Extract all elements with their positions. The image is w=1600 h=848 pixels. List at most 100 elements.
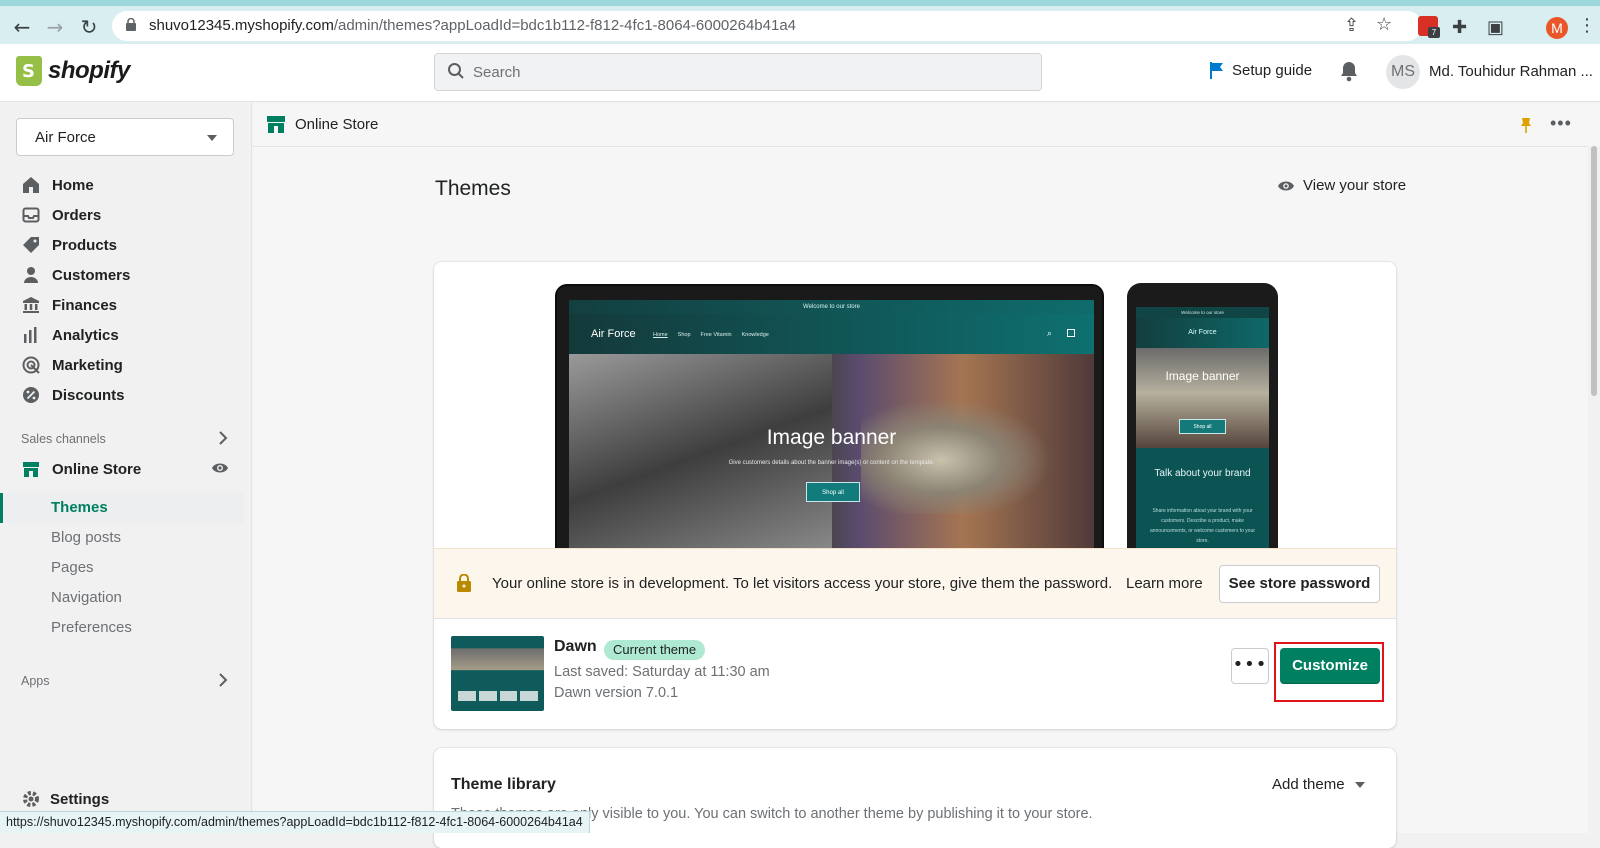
subheader-title: Online Store	[295, 116, 379, 133]
forward-arrow-icon[interactable]: →	[42, 14, 68, 40]
person-icon	[24, 267, 38, 283]
view-store-link[interactable]: View your store	[1277, 177, 1406, 194]
more-options-icon[interactable]: •••	[1550, 113, 1572, 134]
sidebar-item-discounts[interactable]: Discounts	[22, 386, 125, 404]
extension-badge: 7	[1428, 27, 1440, 38]
sidebar-item-label: Online Store	[52, 460, 142, 478]
page-title: Themes	[435, 177, 511, 200]
sidebar-item-label: Analytics	[52, 326, 119, 344]
store-name: Air Force	[35, 129, 96, 146]
search-placeholder: Search	[473, 64, 521, 81]
search-icon	[448, 63, 464, 79]
gear-icon	[23, 791, 39, 807]
current-theme-card: Welcome to our store Air Force Home Shop…	[434, 262, 1396, 729]
sidepanel-icon[interactable]: ▣	[1487, 17, 1504, 38]
add-theme-button[interactable]: Add theme	[1272, 776, 1365, 793]
mobile-shop-all-button: Shop all	[1179, 419, 1226, 434]
flag-icon	[1210, 62, 1223, 79]
current-theme-badge: Current theme	[604, 640, 706, 660]
sidebar-item-finances[interactable]: Finances	[22, 296, 117, 314]
app-subheader: Online Store •••	[253, 103, 1600, 147]
see-store-password-button[interactable]: See store password	[1219, 565, 1380, 603]
bar-chart-icon	[24, 327, 37, 343]
chevron-right-icon[interactable]	[218, 431, 228, 445]
learn-more-link[interactable]: Learn more	[1126, 575, 1203, 592]
sidebar-active-indicator	[0, 493, 3, 523]
user-name[interactable]: Md. Touhidur Rahman ...	[1429, 63, 1593, 80]
caret-down-icon	[207, 135, 217, 141]
shopify-logo[interactable]: shopify	[16, 56, 130, 86]
reload-icon[interactable]: ↻	[76, 14, 102, 40]
sidebar-item-orders[interactable]: Orders	[22, 206, 101, 224]
puzzle-icon[interactable]: ✚	[1452, 17, 1467, 38]
preview-brand: Air Force	[591, 328, 636, 340]
star-icon[interactable]: ☆	[1376, 14, 1392, 35]
desktop-preview-screen: Welcome to our store Air Force Home Shop…	[569, 300, 1094, 556]
preview-header: Air Force Home Shop Free Vitamin Knowled…	[569, 314, 1094, 354]
sidebar-item-analytics[interactable]: Analytics	[22, 326, 119, 344]
customize-button[interactable]: Customize	[1280, 648, 1380, 684]
preview-banner-plane	[861, 394, 1061, 514]
bell-icon[interactable]	[1339, 60, 1359, 82]
tag-icon	[23, 237, 39, 253]
sidebar-item-label: Discounts	[52, 386, 125, 404]
store-icon	[23, 462, 39, 477]
sidebar-subitem-preferences[interactable]: Preferences	[51, 619, 132, 636]
chevron-right-icon[interactable]	[218, 673, 228, 687]
browser-toolbar: ← → ↻ shuvo12345.myshopify.com/admin/the…	[0, 0, 1600, 44]
preview-search-icon: ⌕	[1047, 328, 1053, 338]
home-icon	[23, 177, 39, 193]
sidebar-item-online-store[interactable]: Online Store	[22, 460, 141, 478]
preview-banner-image: Image banner Give customers details abou…	[569, 354, 1094, 556]
address-bar[interactable]: shuvo12345.myshopify.com/admin/themes?ap…	[112, 11, 1422, 41]
preview-menu-item: Shop	[677, 332, 691, 338]
discount-icon	[23, 387, 39, 403]
sidebar-subitem-pages[interactable]: Pages	[51, 559, 94, 576]
sidebar-item-label: Customers	[52, 266, 131, 284]
store-icon	[267, 116, 285, 133]
preview-banner-subtitle: Give customers details about the banner …	[728, 460, 935, 466]
theme-thumbnail	[451, 636, 544, 711]
preview-shop-all-button: Shop all	[806, 482, 860, 502]
pin-icon[interactable]	[1521, 117, 1531, 133]
sidebar-active-highlight	[4, 493, 244, 523]
sidebar-item-products[interactable]: Products	[22, 236, 117, 254]
store-selector[interactable]: Air Force	[16, 118, 234, 156]
mobile-header: Air Force	[1136, 318, 1269, 348]
setup-guide-button[interactable]: Setup guide	[1210, 62, 1312, 79]
preview-menu-item: Free Vitamin	[700, 332, 732, 338]
brand-wordmark: shopify	[48, 57, 130, 84]
lock-icon	[457, 574, 471, 592]
sidebar-item-home[interactable]: Home	[22, 176, 94, 194]
theme-actions-button[interactable]: •••	[1231, 648, 1269, 684]
target-icon	[22, 356, 40, 374]
back-arrow-icon[interactable]: ←	[9, 14, 35, 40]
sidebar-item-label: Finances	[52, 296, 118, 314]
preview-banner-title: Image banner	[766, 426, 897, 449]
extension-icon[interactable]: 7	[1418, 16, 1440, 38]
sidebar-item-settings[interactable]: Settings	[22, 790, 109, 808]
preview-banner-left-image	[569, 354, 832, 556]
theme-version-text: Dawn version 7.0.1	[554, 685, 679, 701]
user-avatar[interactable]: MS	[1386, 55, 1420, 89]
setup-guide-label: Setup guide	[1232, 62, 1313, 79]
sidebar-subitem-navigation[interactable]: Navigation	[51, 589, 122, 606]
theme-preview[interactable]: Welcome to our store Air Force Home Shop…	[434, 262, 1396, 556]
sidebar-item-customers[interactable]: Customers	[22, 266, 130, 284]
sidebar-subitem-blog-posts[interactable]: Blog posts	[51, 529, 121, 546]
add-theme-label: Add theme	[1272, 776, 1345, 793]
page-scrollbar[interactable]	[1588, 146, 1600, 833]
search-input[interactable]: Search	[434, 53, 1042, 91]
notice-text: Your online store is in development. To …	[492, 575, 1113, 592]
preview-announcement: Welcome to our store	[569, 300, 1094, 314]
theme-library-card: Theme library Add theme These themes are…	[434, 748, 1396, 848]
share-icon[interactable]: ⇪	[1344, 15, 1359, 36]
sales-channels-label: Sales channels	[21, 432, 106, 446]
scrollbar-thumb[interactable]	[1591, 146, 1597, 396]
profile-avatar[interactable]: M	[1546, 17, 1568, 39]
url-text: shuvo12345.myshopify.com/admin/themes?ap…	[149, 17, 796, 34]
sidebar-item-marketing[interactable]: Marketing	[22, 356, 123, 374]
sidebar-subitem-themes[interactable]: Themes	[51, 499, 108, 516]
eye-icon[interactable]	[211, 461, 229, 475]
kebab-menu-icon[interactable]: ⋮	[1578, 15, 1596, 36]
